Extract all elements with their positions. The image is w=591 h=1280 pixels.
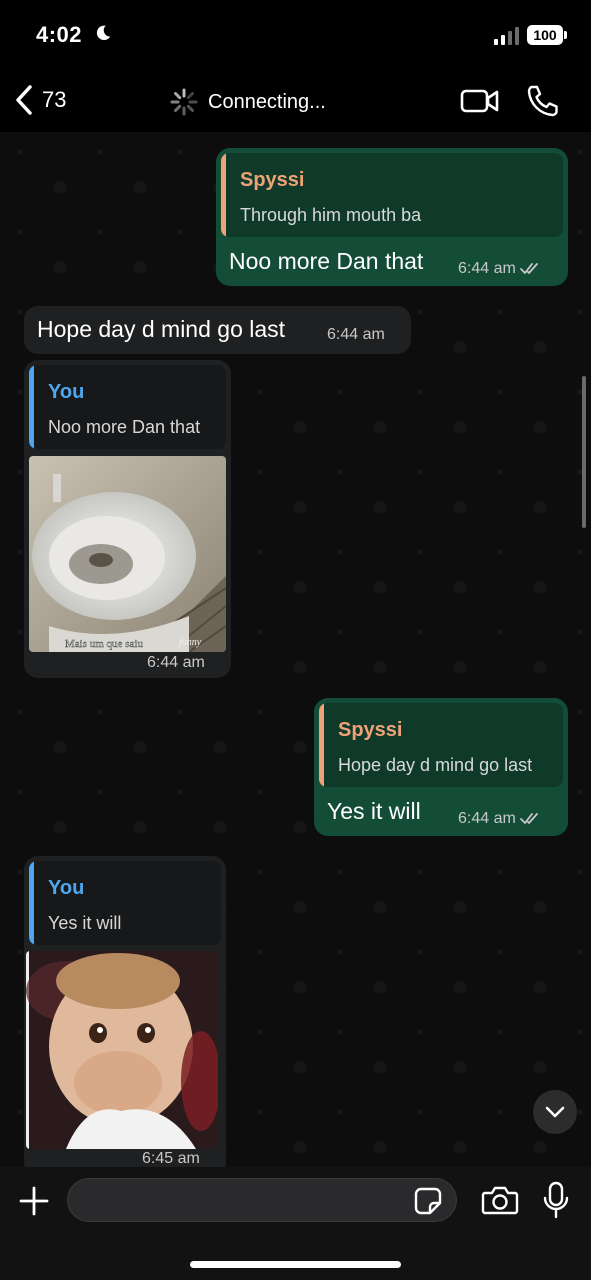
toilet-image: Mais um que saiu funny <box>29 456 226 652</box>
connection-status-text: Connecting... <box>208 90 326 113</box>
home-indicator <box>190 1261 401 1268</box>
signal-icon <box>494 27 519 45</box>
quote-text: Yes it will <box>48 913 122 933</box>
quoted-message[interactable]: Spyssi Through him mouth ba <box>221 153 563 237</box>
chevron-down-icon <box>545 1106 565 1118</box>
chat-header: 73 Connecting... <box>0 70 591 132</box>
battery-icon: 100 <box>527 25 563 45</box>
back-button[interactable]: 73 <box>14 82 84 118</box>
message-incoming[interactable]: You Yes it will 6:45 am <box>24 856 226 1167</box>
connection-status: Connecting... <box>170 88 326 116</box>
double-check-icon <box>519 263 538 274</box>
message-meta: 6:45 am <box>142 1150 200 1167</box>
message-outgoing[interactable]: Spyssi Through him mouth ba Noo more Dan… <box>216 148 568 286</box>
quote-author: You <box>48 877 85 899</box>
baby-image <box>26 951 218 1149</box>
message-text: Yes it will <box>327 798 421 824</box>
scroll-to-bottom-button[interactable] <box>533 1090 577 1134</box>
battery-level: 100 <box>533 27 557 43</box>
quote-author: Spyssi <box>338 719 403 741</box>
message-meta: 6:44 am <box>327 326 385 344</box>
gif-baby[interactable] <box>26 951 218 1149</box>
message-text: Noo more Dan that <box>229 248 424 274</box>
gif-watermark: funny <box>179 637 202 648</box>
spinner-icon <box>170 88 198 116</box>
message-meta: 6:44 am <box>147 654 205 672</box>
video-call-icon[interactable] <box>460 86 500 116</box>
scrollbar[interactable] <box>582 376 586 528</box>
message-meta: 6:44 am <box>458 260 542 278</box>
gif-toilet[interactable]: Mais um que saiu funny <box>29 456 226 652</box>
double-check-icon <box>519 813 538 824</box>
quoted-message[interactable]: Spyssi Hope day d mind go last <box>319 703 563 787</box>
quoted-message[interactable]: You Noo more Dan that <box>29 365 226 449</box>
message-input[interactable] <box>67 1178 457 1222</box>
sticker-icon[interactable] <box>413 1186 443 1216</box>
plus-icon[interactable] <box>18 1185 50 1217</box>
message-time: 6:44 am <box>147 654 205 671</box>
message-outgoing[interactable]: Spyssi Hope day d mind go last Yes it wi… <box>314 698 568 836</box>
quoted-message[interactable]: You Yes it will <box>29 861 221 945</box>
message-incoming[interactable]: Hope day d mind go last 6:44 am <box>24 306 411 354</box>
microphone-icon[interactable] <box>542 1181 570 1219</box>
quote-text: Hope day d mind go last <box>338 755 533 775</box>
quote-author: You <box>48 381 85 403</box>
message-incoming[interactable]: You Noo more Dan that Mais um que saiu f <box>24 360 231 678</box>
moon-icon <box>96 25 111 41</box>
message-time: 6:44 am <box>458 810 516 827</box>
quote-author: Spyssi <box>240 169 305 191</box>
phone-call-icon[interactable] <box>526 84 558 118</box>
message-text: Hope day d mind go last <box>37 316 286 342</box>
composer-bar <box>0 1167 591 1280</box>
message-time: 6:44 am <box>327 326 385 343</box>
camera-icon[interactable] <box>481 1184 519 1216</box>
message-time: 6:45 am <box>142 1150 200 1167</box>
message-time: 6:44 am <box>458 260 516 277</box>
status-time: 4:02 <box>36 22 83 47</box>
quote-text: Through him mouth ba <box>240 205 422 225</box>
chat-area[interactable]: Spyssi Through him mouth ba Noo more Dan… <box>0 132 591 1167</box>
quote-text: Noo more Dan that <box>48 417 201 437</box>
message-meta: 6:44 am <box>458 810 542 828</box>
unread-count: 73 <box>42 87 67 112</box>
gif-caption: Mais um que saiu <box>65 638 143 650</box>
battery-tip <box>564 31 567 39</box>
status-bar: 4:02 100 <box>0 0 591 70</box>
chevron-left-icon <box>16 85 32 115</box>
